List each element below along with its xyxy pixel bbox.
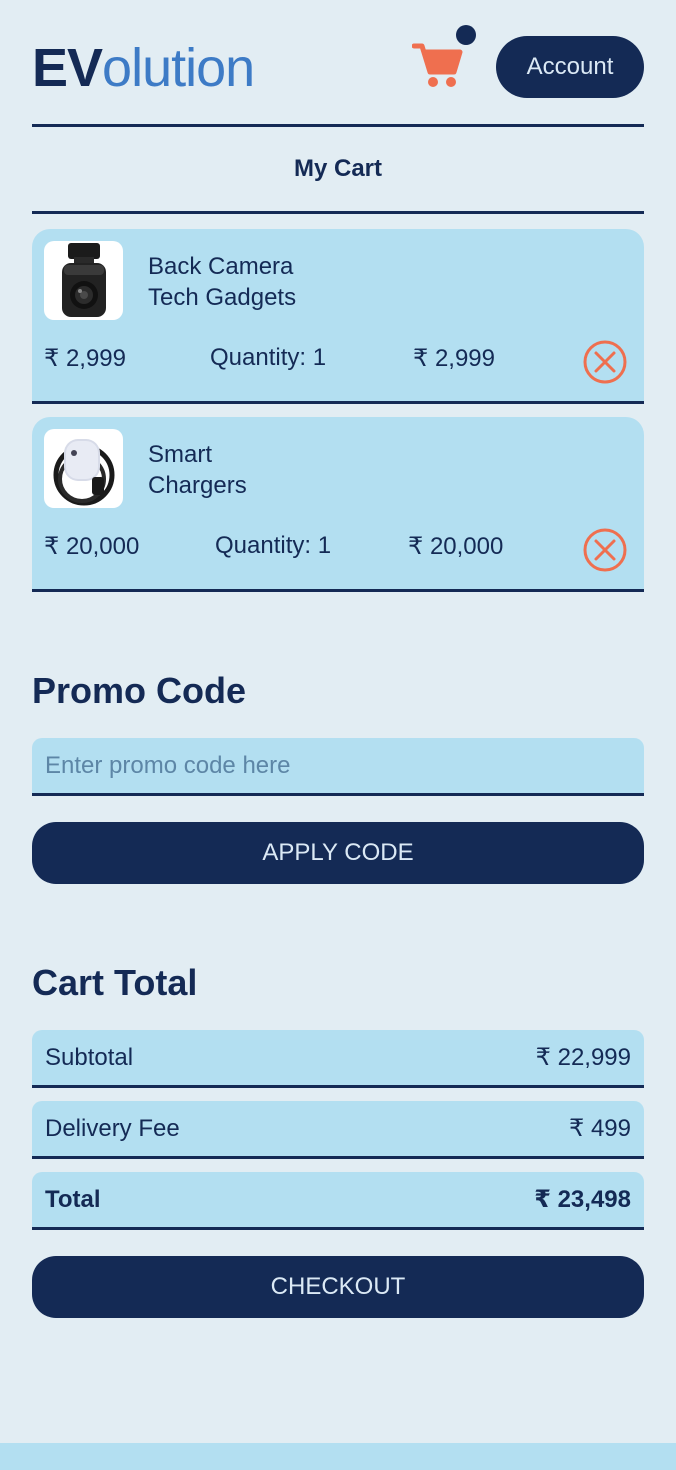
footer-band — [0, 1443, 676, 1470]
item-total: ₹ 2,999 — [413, 345, 495, 372]
promo-code-heading: Promo Code — [32, 670, 247, 711]
promo-code-input[interactable] — [32, 738, 644, 796]
page-title: My Cart — [32, 124, 644, 214]
item-name-line2: Tech Gadgets — [148, 284, 297, 311]
item-total: ₹ 20,000 — [408, 533, 504, 560]
subtotal-label: Subtotal — [45, 1043, 134, 1071]
total-label: Total — [45, 1185, 101, 1213]
item-quantity: Quantity: 1 — [215, 532, 332, 559]
cart-item: Back Camera Tech Gadgets ₹ 2,999 Quantit… — [32, 229, 644, 404]
item-price: ₹ 20,000 — [44, 533, 140, 560]
logo-bold: EV — [32, 38, 103, 98]
close-circle-icon — [583, 340, 627, 384]
item-name-line1: Smart — [148, 441, 213, 468]
remove-item-button[interactable] — [582, 339, 628, 385]
item-price: ₹ 2,999 — [44, 345, 126, 372]
item-quantity: Quantity: 1 — [210, 344, 327, 371]
item-name-line1: Back Camera — [148, 253, 294, 280]
shopping-cart-icon[interactable] — [411, 40, 464, 88]
delivery-fee-row: Delivery Fee ₹ 499 — [32, 1101, 644, 1159]
account-button[interactable]: Account — [496, 36, 644, 98]
delivery-fee-label: Delivery Fee — [45, 1114, 180, 1142]
subtotal-value: ₹ 22,999 — [535, 1044, 631, 1071]
total-value: ₹ 23,498 — [534, 1186, 631, 1213]
delivery-fee-value: ₹ 499 — [569, 1115, 631, 1142]
cart-notification-dot — [456, 25, 476, 45]
remove-item-button[interactable] — [582, 527, 628, 573]
dash-camera-image — [44, 241, 123, 320]
ev-charger-image — [44, 429, 123, 508]
cart-total-heading: Cart Total — [32, 962, 198, 1003]
logo[interactable]: EVolution — [32, 38, 255, 98]
subtotal-row: Subtotal ₹ 22,999 — [32, 1030, 644, 1088]
item-name-line2: Chargers — [148, 472, 247, 499]
checkout-button[interactable]: CHECKOUT — [32, 1256, 644, 1318]
cart-item: Smart Chargers ₹ 20,000 Quantity: 1 ₹ 20… — [32, 417, 644, 592]
total-row: Total ₹ 23,498 — [32, 1172, 644, 1230]
item-name: Back Camera Tech Gadgets — [148, 251, 296, 313]
logo-rest: olution — [102, 38, 255, 98]
close-circle-icon — [583, 528, 627, 572]
apply-code-button[interactable]: APPLY CODE — [32, 822, 644, 884]
app-header: EVolution Account — [32, 25, 644, 108]
item-name: Smart Chargers — [148, 439, 247, 501]
